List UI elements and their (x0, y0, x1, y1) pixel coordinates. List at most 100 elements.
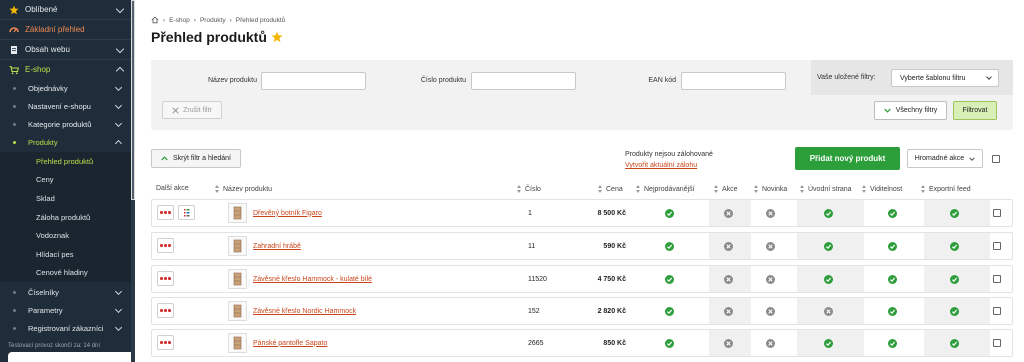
product-thumbnail[interactable] (228, 236, 247, 256)
bulk-actions-button[interactable]: Hromadné akce (907, 149, 983, 168)
list-icon[interactable] (178, 205, 195, 220)
saved-filters-select[interactable]: Vyberte šablonu filtru (891, 69, 999, 87)
product-thumbnail[interactable] (228, 301, 247, 321)
column-header[interactable]: Číslo (517, 185, 541, 193)
cross-icon[interactable] (724, 241, 733, 251)
table-row[interactable]: Pánské pantofle Sapato 2665 850 Kč (151, 329, 1013, 357)
sidebar-leaf[interactable]: Záloha produktů (0, 207, 131, 227)
product-name-link[interactable]: Závěsné křeslo Hammock - kulaté bílé (253, 276, 372, 283)
product-thumbnail[interactable] (228, 203, 247, 223)
sidebar-item-content[interactable]: Obsah webu (0, 40, 131, 59)
cross-icon[interactable] (766, 241, 775, 251)
cross-icon[interactable] (766, 306, 775, 316)
cross-icon[interactable] (766, 208, 775, 218)
sidebar-leaf[interactable]: Sklad (0, 189, 131, 208)
sidebar-item-overview[interactable]: Základní přehled (0, 20, 131, 39)
cross-icon[interactable] (766, 338, 775, 348)
product-thumbnail[interactable] (228, 333, 247, 353)
check-icon[interactable] (665, 306, 674, 316)
table-row[interactable]: Dřevěný botník Figaro 1 8 500 Kč (151, 199, 1013, 227)
check-icon[interactable] (824, 274, 833, 284)
row-checkbox[interactable] (993, 307, 1001, 315)
all-filters-button[interactable]: Všechny filtry (874, 101, 947, 120)
check-icon[interactable] (824, 241, 833, 251)
check-icon[interactable] (950, 274, 959, 284)
product-name-link[interactable]: Pánské pantofle Sapato (253, 340, 327, 347)
create-backup-link[interactable]: Vytvořit aktuální zálohu (625, 160, 713, 171)
column-header[interactable]: Úvodní strana (800, 185, 852, 193)
check-icon[interactable] (665, 208, 674, 218)
more-actions-button[interactable] (157, 335, 174, 350)
column-header[interactable]: Cena (598, 185, 623, 193)
cross-icon[interactable] (724, 338, 733, 348)
cross-icon[interactable] (724, 274, 733, 284)
row-checkbox[interactable] (993, 339, 1001, 347)
sidebar-item-eshop[interactable]: E-shop (0, 60, 131, 79)
check-icon[interactable] (888, 241, 897, 251)
sidebar-subitem[interactable]: Kategorie produktů (0, 115, 131, 134)
column-header[interactable]: Akce (714, 185, 738, 193)
sidebar-subitem[interactable]: Objednávky (0, 79, 131, 98)
check-icon[interactable] (950, 241, 959, 251)
apply-filter-button[interactable]: Filtrovat (953, 101, 997, 120)
sidebar-leaf[interactable]: Hlídací pes (0, 245, 131, 264)
select-all-checkbox[interactable] (992, 155, 1000, 163)
sidebar-item-favorites[interactable]: Oblíbené (0, 0, 131, 19)
table-row[interactable]: Závěsné křeslo Nordic Hammock 152 2 820 Kč (151, 297, 1013, 325)
sidebar-subitem[interactable]: Parametry (0, 301, 131, 320)
product-name-link[interactable]: Dřevěný botník Figaro (253, 210, 322, 217)
column-header[interactable]: Název produktu (215, 185, 272, 193)
cross-icon[interactable] (724, 208, 733, 218)
check-icon[interactable] (950, 208, 959, 218)
sidebar-subitem-products[interactable]: Produkty (0, 133, 131, 152)
product-name-input[interactable] (261, 72, 366, 90)
cross-icon[interactable] (766, 274, 775, 284)
sidebar-subitem[interactable]: Nastavení e-shopu (0, 97, 131, 116)
column-header[interactable]: Exportní feed (921, 185, 971, 193)
sidebar-subitem[interactable]: Registrovaní zákazníci (0, 319, 131, 338)
check-icon[interactable] (888, 208, 897, 218)
sidebar-leaf[interactable]: Vodoznak (0, 226, 131, 245)
check-icon[interactable] (950, 306, 959, 316)
check-icon[interactable] (665, 338, 674, 348)
favorite-star-icon[interactable] (271, 31, 283, 43)
column-header[interactable]: Nejprodávanější (636, 185, 695, 193)
sidebar-leaf[interactable]: Ceny (0, 170, 131, 190)
more-actions-button[interactable] (157, 205, 174, 220)
more-actions-button[interactable] (157, 271, 174, 286)
column-header[interactable]: Viditelnost (862, 185, 902, 193)
more-actions-button[interactable] (157, 238, 174, 253)
check-icon[interactable] (824, 338, 833, 348)
product-name-link[interactable]: Závěsné křeslo Nordic Hammock (253, 308, 356, 315)
more-actions-button[interactable] (157, 303, 174, 318)
check-icon[interactable] (665, 241, 674, 251)
check-icon[interactable] (888, 274, 897, 284)
check-icon[interactable] (950, 338, 959, 348)
ean-input[interactable] (681, 72, 786, 90)
check-icon[interactable] (888, 338, 897, 348)
product-name-link[interactable]: Zahradní hrábě (253, 243, 301, 250)
check-icon[interactable] (665, 274, 674, 284)
product-number-input[interactable] (471, 72, 576, 90)
check-icon[interactable] (824, 208, 833, 218)
hide-filter-button[interactable]: Skrýt filtr a hledání (151, 149, 241, 168)
breadcrumb-link[interactable]: E-shop (169, 17, 190, 24)
home-icon[interactable] (151, 16, 159, 24)
cross-icon[interactable] (824, 306, 833, 316)
sidebar-leaf[interactable]: Cenové hladiny (0, 263, 131, 283)
table-row[interactable]: Zahradní hrábě 11 590 Kč (151, 232, 1013, 260)
clear-filter-button[interactable]: Zrušit filtr (162, 101, 222, 119)
row-checkbox[interactable] (993, 242, 1001, 250)
product-thumbnail[interactable] (228, 269, 247, 289)
column-header[interactable]: Novinka (754, 185, 787, 193)
sidebar-subitem[interactable]: Číselníky (0, 283, 131, 302)
sidebar-leaf[interactable]: Přehled produktů (0, 152, 131, 171)
breadcrumb-link[interactable]: Produkty (200, 17, 226, 24)
table-row[interactable]: Závěsné křeslo Hammock - kulaté bílé 1152… (151, 265, 1013, 293)
add-product-button[interactable]: Přidat nový produkt (795, 147, 900, 170)
row-checkbox[interactable] (993, 275, 1001, 283)
chevron-down-icon (115, 4, 125, 14)
check-icon[interactable] (888, 306, 897, 316)
cross-icon[interactable] (724, 306, 733, 316)
row-checkbox[interactable] (993, 209, 1001, 217)
